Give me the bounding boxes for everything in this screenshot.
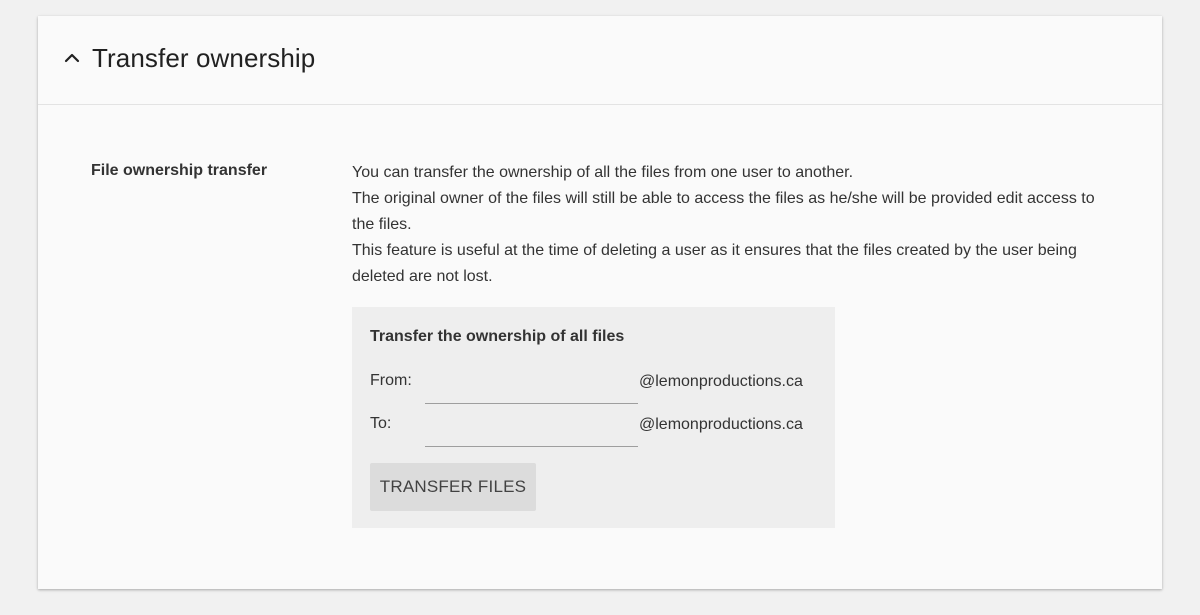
setting-label: File ownership transfer	[91, 162, 268, 179]
description-line: The original owner of the files will sti…	[352, 190, 1095, 233]
from-user-input[interactable]	[425, 373, 638, 404]
panel-title: Transfer the ownership of all files	[370, 328, 625, 345]
to-domain-suffix: @lemonproductions.ca	[639, 416, 803, 433]
to-user-input[interactable]	[425, 416, 638, 447]
setting-description: You can transfer the ownership of all th…	[352, 160, 1112, 290]
from-domain-suffix: @lemonproductions.ca	[639, 373, 803, 390]
description-line: You can transfer the ownership of all th…	[352, 164, 854, 181]
to-label: To:	[370, 415, 392, 432]
chevron-up-icon[interactable]	[62, 48, 82, 68]
transfer-panel: Transfer the ownership of all files From…	[352, 307, 835, 528]
from-label: From:	[370, 372, 412, 389]
transfer-ownership-card: Transfer ownership File ownership transf…	[38, 16, 1162, 589]
section-header-toggle[interactable]: Transfer ownership	[38, 16, 1162, 105]
transfer-files-button[interactable]: TRANSFER FILES	[370, 463, 536, 511]
description-line: This feature is useful at the time of de…	[352, 242, 1077, 285]
section-title: Transfer ownership	[92, 42, 316, 73]
